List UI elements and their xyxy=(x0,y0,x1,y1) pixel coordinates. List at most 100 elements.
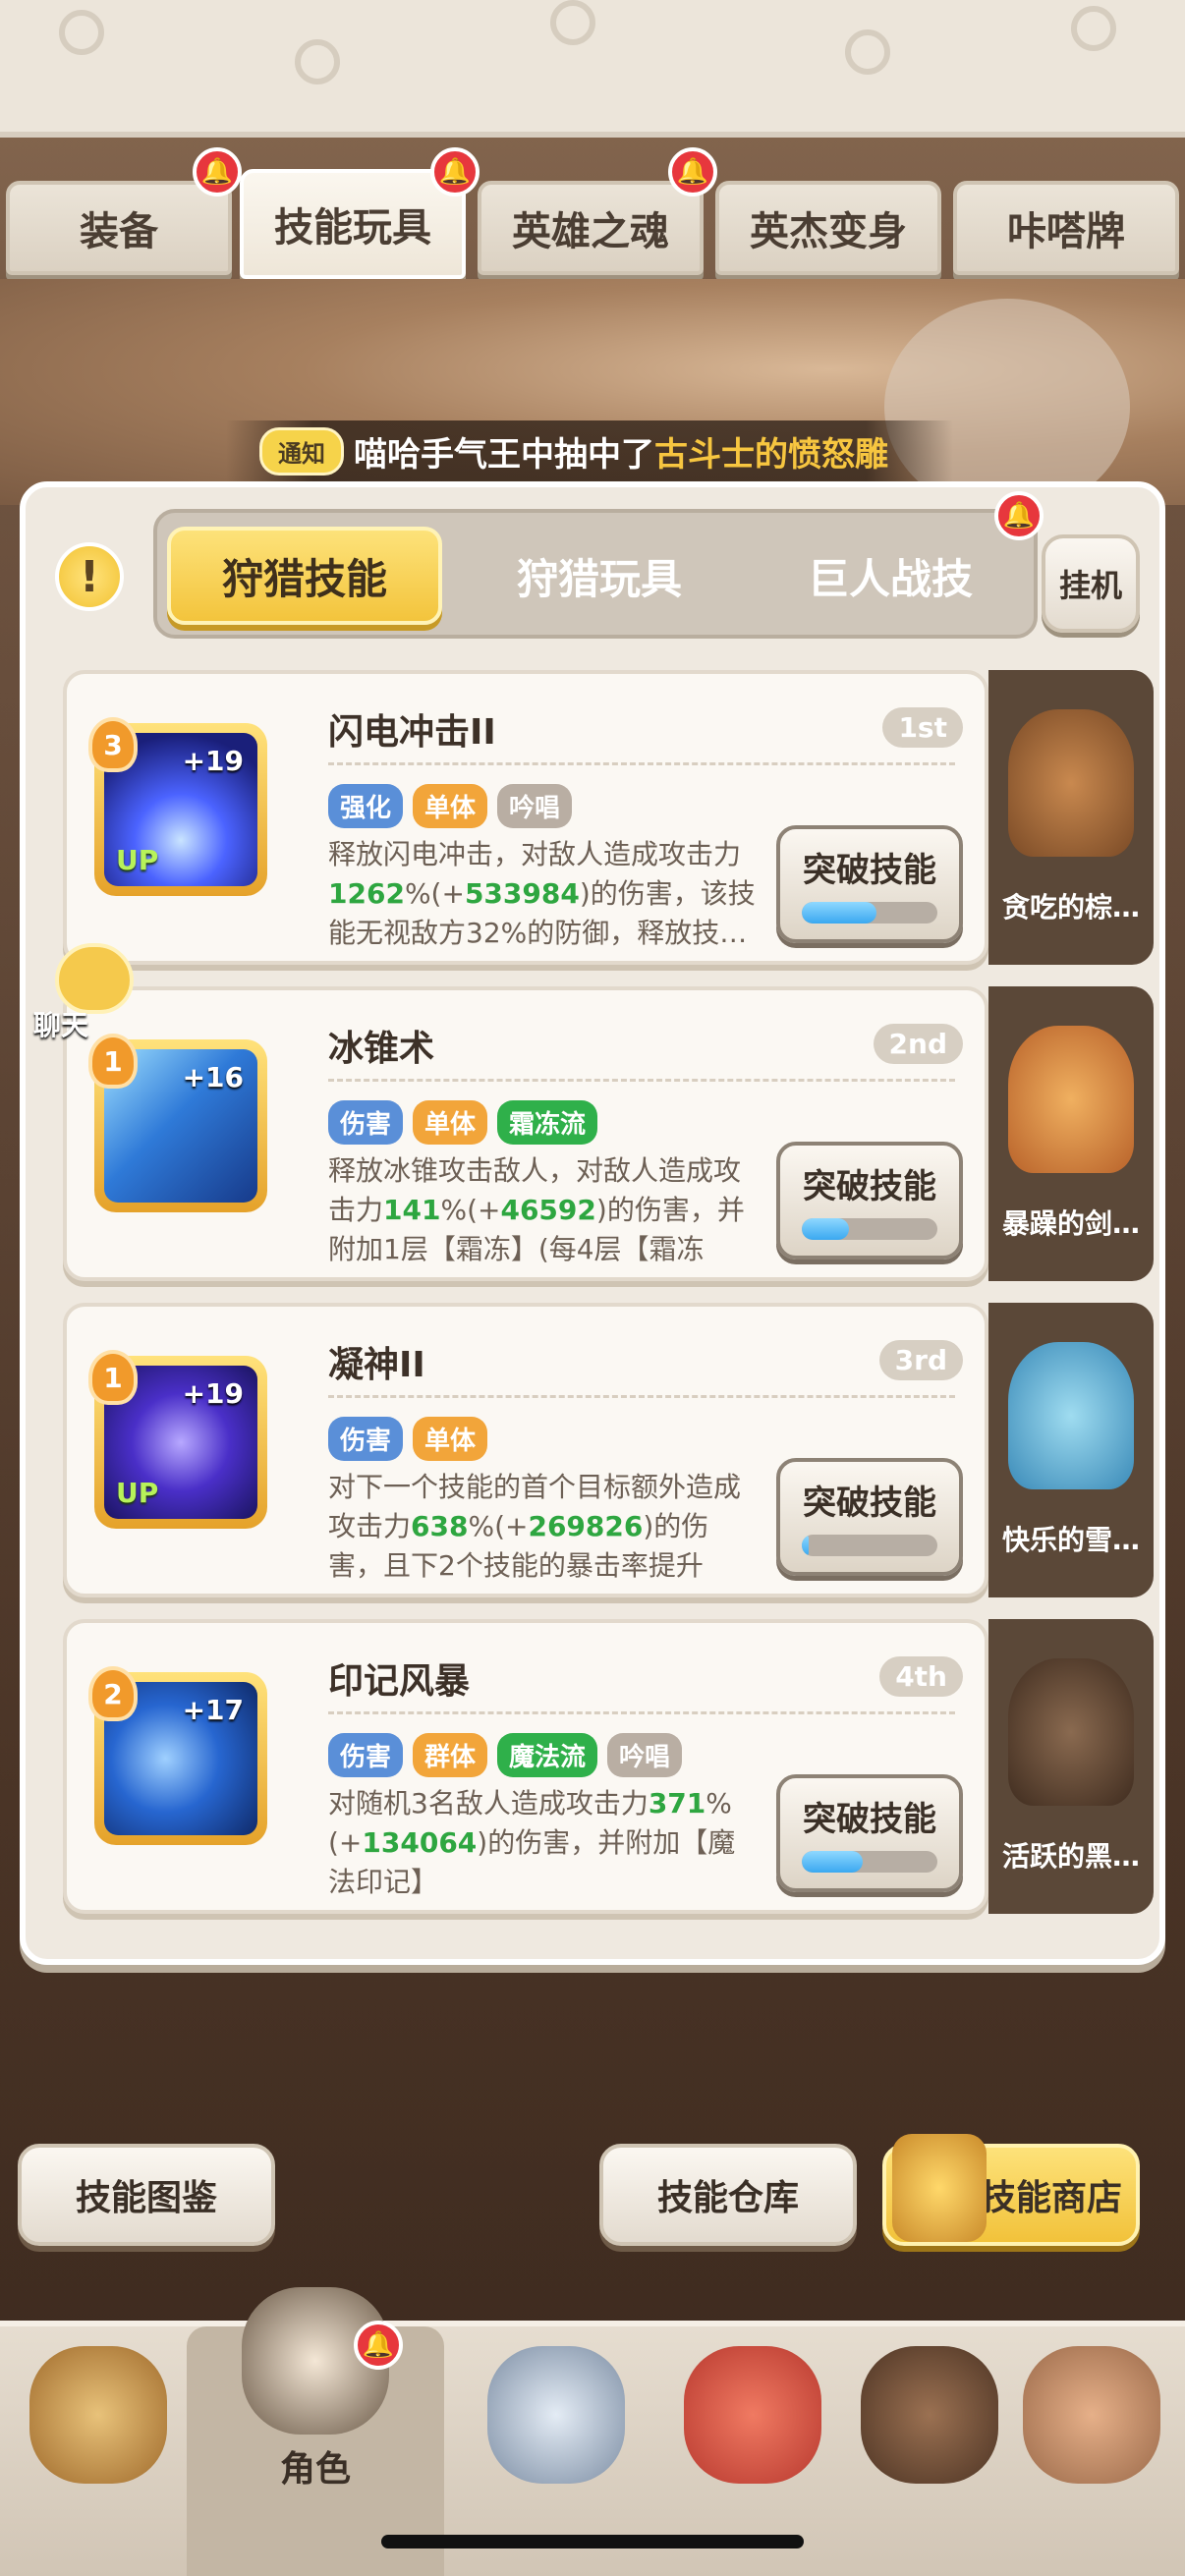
skill-icon-frame: +16 1 xyxy=(88,1034,267,1212)
skill-card[interactable]: +17 2 印记风暴 4th 伤害 群体 魔法流 吟唱 对随机3名敌人造成攻击力… xyxy=(63,1619,988,1914)
skill-panel: ! 狩猎技能 狩猎玩具 巨人战技 🔔 挂机 +19 UP 3 闪电冲击II 1s… xyxy=(20,481,1165,1965)
progress-bar xyxy=(802,902,937,924)
info-icon[interactable]: ! xyxy=(55,542,124,611)
decor-swirl-icon xyxy=(845,29,890,75)
pet-tiger-icon xyxy=(1008,1026,1134,1173)
bear-icon xyxy=(861,2346,998,2484)
nav-totem[interactable] xyxy=(998,2346,1185,2543)
subtab-hunting-skills[interactable]: 狩猎技能 xyxy=(167,527,442,625)
skill-name: 闪电冲击II xyxy=(328,712,496,753)
notice-ticker: 通知 喵哈手气王中抽中了古斗士的愤怒雕 xyxy=(226,420,953,481)
decor-swirl-icon xyxy=(550,0,595,45)
progress-fill xyxy=(802,1851,864,1873)
top-decor-strip xyxy=(0,0,1185,138)
hut-icon xyxy=(29,2346,167,2484)
tab-card[interactable]: 咔嗒牌 xyxy=(953,181,1179,275)
progress-fill xyxy=(802,1535,809,1556)
level-badge: 3 xyxy=(88,717,138,772)
subtab-hunting-toys[interactable]: 狩猎玩具 xyxy=(462,527,737,625)
divider xyxy=(328,762,955,765)
pet-snow-creature-icon xyxy=(1008,1342,1134,1489)
decor-swirl-icon xyxy=(59,10,104,55)
tag-list: 伤害 单体 xyxy=(328,1417,488,1461)
tag: 吟唱 xyxy=(607,1733,683,1777)
progress-fill xyxy=(802,1218,850,1240)
tag: 魔法流 xyxy=(497,1733,598,1777)
nav-weapon[interactable] xyxy=(458,2346,654,2543)
idle-button[interactable]: 挂机 xyxy=(1042,534,1140,633)
tab-hero-transform[interactable]: 英杰变身 xyxy=(715,181,941,275)
rank-badge: 4th xyxy=(879,1656,963,1697)
shop-icon xyxy=(892,2134,987,2242)
tag: 群体 xyxy=(413,1733,488,1777)
nav-hut[interactable] xyxy=(0,2346,197,2543)
skill-codex-button[interactable]: 技能图鉴 xyxy=(18,2144,275,2246)
bell-icon: 🔔 xyxy=(354,2321,403,2370)
tab-equipment[interactable]: 装备 xyxy=(6,181,232,275)
breakthrough-button[interactable]: 突破技能 xyxy=(776,1458,963,1576)
chat-button[interactable]: 聊天 xyxy=(18,943,136,1041)
skill-card[interactable]: +19 UP 1 凝神II 3rd 伤害 单体 对下一个技能的首个目标额外造成攻… xyxy=(63,1303,988,1597)
progress-bar xyxy=(802,1535,937,1556)
tag: 伤害 xyxy=(328,1100,404,1145)
rank-badge: 1st xyxy=(882,707,963,748)
tag: 强化 xyxy=(328,784,404,828)
skill-shop-button[interactable]: 技能商店 xyxy=(882,2134,1140,2246)
top-tab-bar: 装备 技能玩具 英雄之魂 英杰变身 咔嗒牌 🔔 🔔 🔔 xyxy=(0,147,1185,279)
progress-bar xyxy=(802,1218,937,1240)
subtab-giant-skills[interactable]: 巨人战技 xyxy=(753,527,1028,625)
tag: 伤害 xyxy=(328,1733,404,1777)
skill-description: 释放冰锥攻击敌人，对敌人造成攻击力141%(+46592)的伤害，并附加1层【霜… xyxy=(328,1154,745,1265)
totem-icon xyxy=(1023,2346,1160,2484)
bell-icon: 🔔 xyxy=(193,147,242,196)
skill-name: 冰锥术 xyxy=(328,1029,435,1069)
tab-skill-toys[interactable]: 技能玩具 xyxy=(240,169,466,279)
tag: 单体 xyxy=(413,1100,488,1145)
notice-badge: 通知 xyxy=(259,426,344,476)
subtab-bar: 狩猎技能 狩猎玩具 巨人战技 xyxy=(153,509,1038,639)
skill-name: 印记风暴 xyxy=(328,1661,471,1702)
pet-slot[interactable]: 暴躁的剑… xyxy=(988,986,1154,1281)
breakthrough-button[interactable]: 突破技能 xyxy=(776,825,963,943)
tag-list: 伤害 群体 魔法流 吟唱 xyxy=(328,1733,683,1777)
nav-pet[interactable] xyxy=(654,2346,851,2543)
skill-storage-button[interactable]: 技能仓库 xyxy=(599,2144,857,2246)
pet-boar-icon xyxy=(1008,1658,1134,1806)
skill-description: 释放闪电冲击，对敌人造成攻击力1262%(+533984)的伤害，该技能无视敌方… xyxy=(328,838,756,949)
pet-slot[interactable]: 活跃的黑… xyxy=(988,1619,1154,1914)
level-badge: 1 xyxy=(88,1034,138,1089)
tag: 单体 xyxy=(413,784,488,828)
progress-fill xyxy=(802,902,876,924)
level-badge: 1 xyxy=(88,1350,138,1405)
tag-list: 强化 单体 吟唱 xyxy=(328,784,573,828)
tag: 单体 xyxy=(413,1417,488,1461)
tag: 霜冻流 xyxy=(497,1100,598,1145)
notice-text: 喵哈手气王中抽中了 xyxy=(354,434,654,475)
progress-bar xyxy=(802,1851,937,1873)
skill-icon-frame: +19 UP 3 xyxy=(88,717,267,896)
level-badge: 2 xyxy=(88,1666,138,1721)
skill-name: 凝神II xyxy=(328,1345,425,1385)
breakthrough-button[interactable]: 突破技能 xyxy=(776,1774,963,1892)
bell-icon: 🔔 xyxy=(994,491,1044,540)
decor-swirl-icon xyxy=(1071,6,1116,51)
skill-card[interactable]: +19 UP 3 闪电冲击II 1st 强化 单体 吟唱 释放闪电冲击，对敌人造… xyxy=(63,670,988,965)
tab-hero-soul[interactable]: 英雄之魂 xyxy=(478,181,704,275)
skill-description: 对下一个技能的首个目标额外造成攻击力638%(+269826)的伤害，且下2个技… xyxy=(328,1471,742,1590)
skill-card[interactable]: +16 1 冰锥术 2nd 伤害 单体 霜冻流 释放冰锥攻击敌人，对敌人造成攻击… xyxy=(63,986,988,1281)
breakthrough-button[interactable]: 突破技能 xyxy=(776,1142,963,1260)
tag-list: 伤害 单体 霜冻流 xyxy=(328,1100,598,1145)
pet-slot[interactable]: 快乐的雪… xyxy=(988,1303,1154,1597)
skill-description: 对随机3名敌人造成攻击力371%(+134064)的伤害，并附加【魔法印记】 xyxy=(328,1787,736,1898)
tag: 伤害 xyxy=(328,1417,404,1461)
pet-slot[interactable]: 贪吃的棕… xyxy=(988,670,1154,965)
divider xyxy=(328,1711,955,1714)
skill-icon-frame: +17 2 xyxy=(88,1666,267,1845)
pet-brown-bear-icon xyxy=(1008,709,1134,857)
divider xyxy=(328,1079,955,1082)
divider xyxy=(328,1395,955,1398)
pet-dino-icon xyxy=(684,2346,821,2484)
decor-swirl-icon xyxy=(295,39,340,84)
rank-badge: 3rd xyxy=(878,1340,963,1380)
skill-icon-frame: +19 UP 1 xyxy=(88,1350,267,1529)
